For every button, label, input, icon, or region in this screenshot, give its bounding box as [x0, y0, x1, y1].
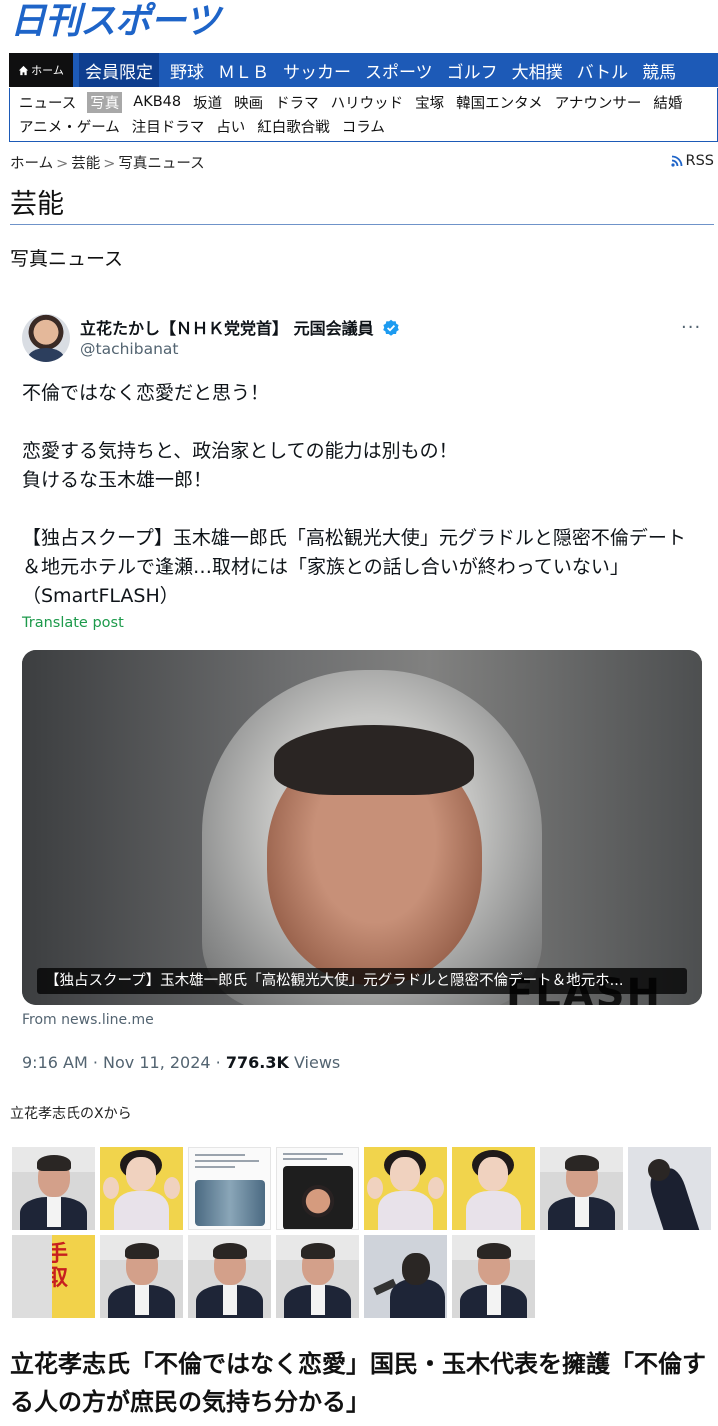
nav-item-members[interactable]: 会員限定 — [79, 53, 159, 87]
secondary-nav: ニュース 写真 AKB48 坂道 映画 ドラマ ハリウッド 宝塚 韓国エンタメ … — [9, 88, 718, 142]
nav-item-golf[interactable]: ゴルフ — [440, 53, 505, 87]
link-card-source[interactable]: From news.line.me — [22, 1012, 154, 1028]
subnav-photo[interactable]: 写真 — [87, 91, 123, 113]
link-card-caption: 【独占スクープ】玉木雄一郎氏「高松観光大使」元グラドルと隠密不倫デート＆地元ホ.… — [37, 968, 687, 994]
subnav-sakamichi[interactable]: 坂道 — [192, 92, 223, 113]
breadcrumb-home[interactable]: ホーム — [10, 156, 53, 172]
nav-item-sumo[interactable]: 大相撲 — [505, 53, 570, 87]
nav-item-baseball[interactable]: 野球 — [163, 53, 211, 87]
article-headline[interactable]: 立花孝志氏「不倫ではなく恋愛」国民・玉木代表を擁護「不倫する人の方が庶民の気持ち… — [10, 1345, 710, 1421]
photo-thumbnail[interactable] — [540, 1147, 623, 1230]
photo-thumbnail[interactable] — [276, 1235, 359, 1318]
nav-item-keiba[interactable]: 競馬 — [635, 53, 683, 87]
breadcrumb-separator: > — [56, 156, 69, 172]
post-text-line: 恋愛する気持ちと、政治家としての能力は別もの！ — [22, 440, 458, 462]
rss-label: RSS — [685, 153, 714, 169]
photo-thumbnail[interactable] — [100, 1147, 183, 1230]
primary-nav: ホーム 会員限定 野球 ＭＬＢ サッカー スポーツ ゴルフ 大相撲 バトル 競馬 — [9, 53, 718, 87]
site-logo[interactable]: 日刊スポーツ — [10, 1, 220, 42]
translate-post-link[interactable]: Translate post — [22, 615, 124, 631]
secondary-nav-row: アニメ・ゲーム 注目ドラマ 占い 紅白歌合戦 コラム — [18, 114, 717, 138]
site-logo-text: 日刊スポーツ — [10, 1, 220, 42]
home-icon — [19, 65, 29, 75]
breadcrumb-photo-news: 写真ニュース — [118, 156, 205, 172]
photo-credit: 立花孝志氏のXから — [10, 1106, 132, 1122]
subnav-featured-drama[interactable]: 注目ドラマ — [131, 116, 206, 137]
embedded-post[interactable]: 立花たかし【ＮＨＫ党党首】 元国会議員 @tachibanat ··· 不倫では… — [0, 295, 718, 1095]
photo-thumbnail[interactable] — [100, 1235, 183, 1318]
post-text: 不倫ではなく恋愛だと思う！ 恋愛する気持ちと、政治家としての能力は別もの！ 負け… — [22, 379, 702, 611]
post-text-line: 不倫ではなく恋愛だと思う！ — [22, 382, 270, 404]
subnav-akb48[interactable]: AKB48 — [132, 94, 182, 110]
nav-item-sports[interactable]: スポーツ — [358, 53, 440, 87]
photo-hair — [274, 725, 474, 795]
nav-home-label: ホーム — [31, 64, 64, 77]
subnav-korea[interactable]: 韓国エンタメ — [455, 92, 544, 113]
breadcrumb-separator: > — [103, 156, 116, 172]
nav-item-mlb[interactable]: ＭＬＢ — [211, 53, 276, 87]
post-views-count: 776.3K — [225, 1053, 289, 1072]
post-author-name[interactable]: 立花たかし【ＮＨＫ党党首】 元国会議員 — [80, 315, 400, 339]
post-timestamp[interactable]: 9:16 AM · Nov 11, 2024 · — [22, 1053, 226, 1072]
subnav-movie[interactable]: 映画 — [233, 92, 264, 113]
post-text-blank — [22, 495, 702, 524]
photo-thumbnail[interactable] — [12, 1147, 95, 1230]
photo-thumbnail[interactable] — [628, 1147, 711, 1230]
page-title: 芸能 — [10, 189, 64, 220]
post-text-line: 負けるな玉木雄一郎！ — [22, 469, 213, 491]
rss-link[interactable]: RSS — [670, 153, 714, 169]
post-views-label: Views — [288, 1053, 341, 1072]
nav-item-battle[interactable]: バトル — [570, 53, 636, 87]
photo-thumbnail[interactable] — [452, 1147, 535, 1230]
subnav-announcer[interactable]: アナウンサー — [554, 92, 643, 113]
subnav-anime-game[interactable]: アニメ・ゲーム — [18, 116, 121, 137]
photo-thumbnail[interactable]: 手取 — [12, 1235, 95, 1318]
post-meta: 9:16 AM · Nov 11, 2024 · 776.3K Views — [22, 1053, 340, 1072]
link-card-image[interactable]: FLASH 【独占スクープ】玉木雄一郎氏「高松観光大使」元グラドルと隠密不倫デー… — [22, 650, 702, 1005]
post-author-name-text: 立花たかし【ＮＨＫ党党首】 元国会議員 — [80, 319, 374, 338]
photo-thumbnail[interactable] — [188, 1235, 271, 1318]
secondary-nav-row: ニュース 写真 AKB48 坂道 映画 ドラマ ハリウッド 宝塚 韓国エンタメ … — [18, 90, 717, 114]
post-text-line: 【独占スクープ】玉木雄一郎氏「高松観光大使」元グラドルと隠密不倫デート＆地元ホテ… — [22, 527, 686, 607]
post-author-handle[interactable]: @tachibanat — [80, 340, 178, 358]
subnav-column[interactable]: コラム — [341, 116, 386, 137]
more-options-icon[interactable]: ··· — [681, 317, 701, 338]
subnav-kohaku[interactable]: 紅白歌合戦 — [256, 116, 331, 137]
breadcrumb-entertainment[interactable]: 芸能 — [71, 156, 100, 172]
rss-icon — [670, 155, 682, 167]
subnav-news[interactable]: ニュース — [18, 92, 77, 113]
nav-item-soccer[interactable]: サッカー — [276, 53, 358, 87]
subnav-marriage[interactable]: 結婚 — [652, 92, 683, 113]
photo-thumbnail[interactable] — [364, 1235, 447, 1318]
subnav-drama[interactable]: ドラマ — [274, 92, 320, 113]
breadcrumb: ホーム > 芸能 > 写真ニュース — [10, 152, 205, 173]
subnav-fortune[interactable]: 占い — [215, 116, 246, 137]
photo-thumbnail[interactable] — [364, 1147, 447, 1230]
subnav-takarazuka[interactable]: 宝塚 — [414, 92, 445, 113]
section-divider — [10, 224, 714, 225]
avatar[interactable] — [22, 314, 70, 362]
subnav-hollywood[interactable]: ハリウッド — [330, 92, 405, 113]
post-text-blank — [22, 408, 702, 437]
verified-badge-icon — [383, 319, 399, 336]
photo-thumbnail[interactable] — [188, 1147, 271, 1230]
photo-thumbnail[interactable] — [276, 1147, 359, 1230]
photo-thumbnail[interactable] — [452, 1235, 535, 1318]
nav-home[interactable]: ホーム — [9, 53, 73, 87]
section-subtitle: 写真ニュース — [10, 248, 124, 270]
